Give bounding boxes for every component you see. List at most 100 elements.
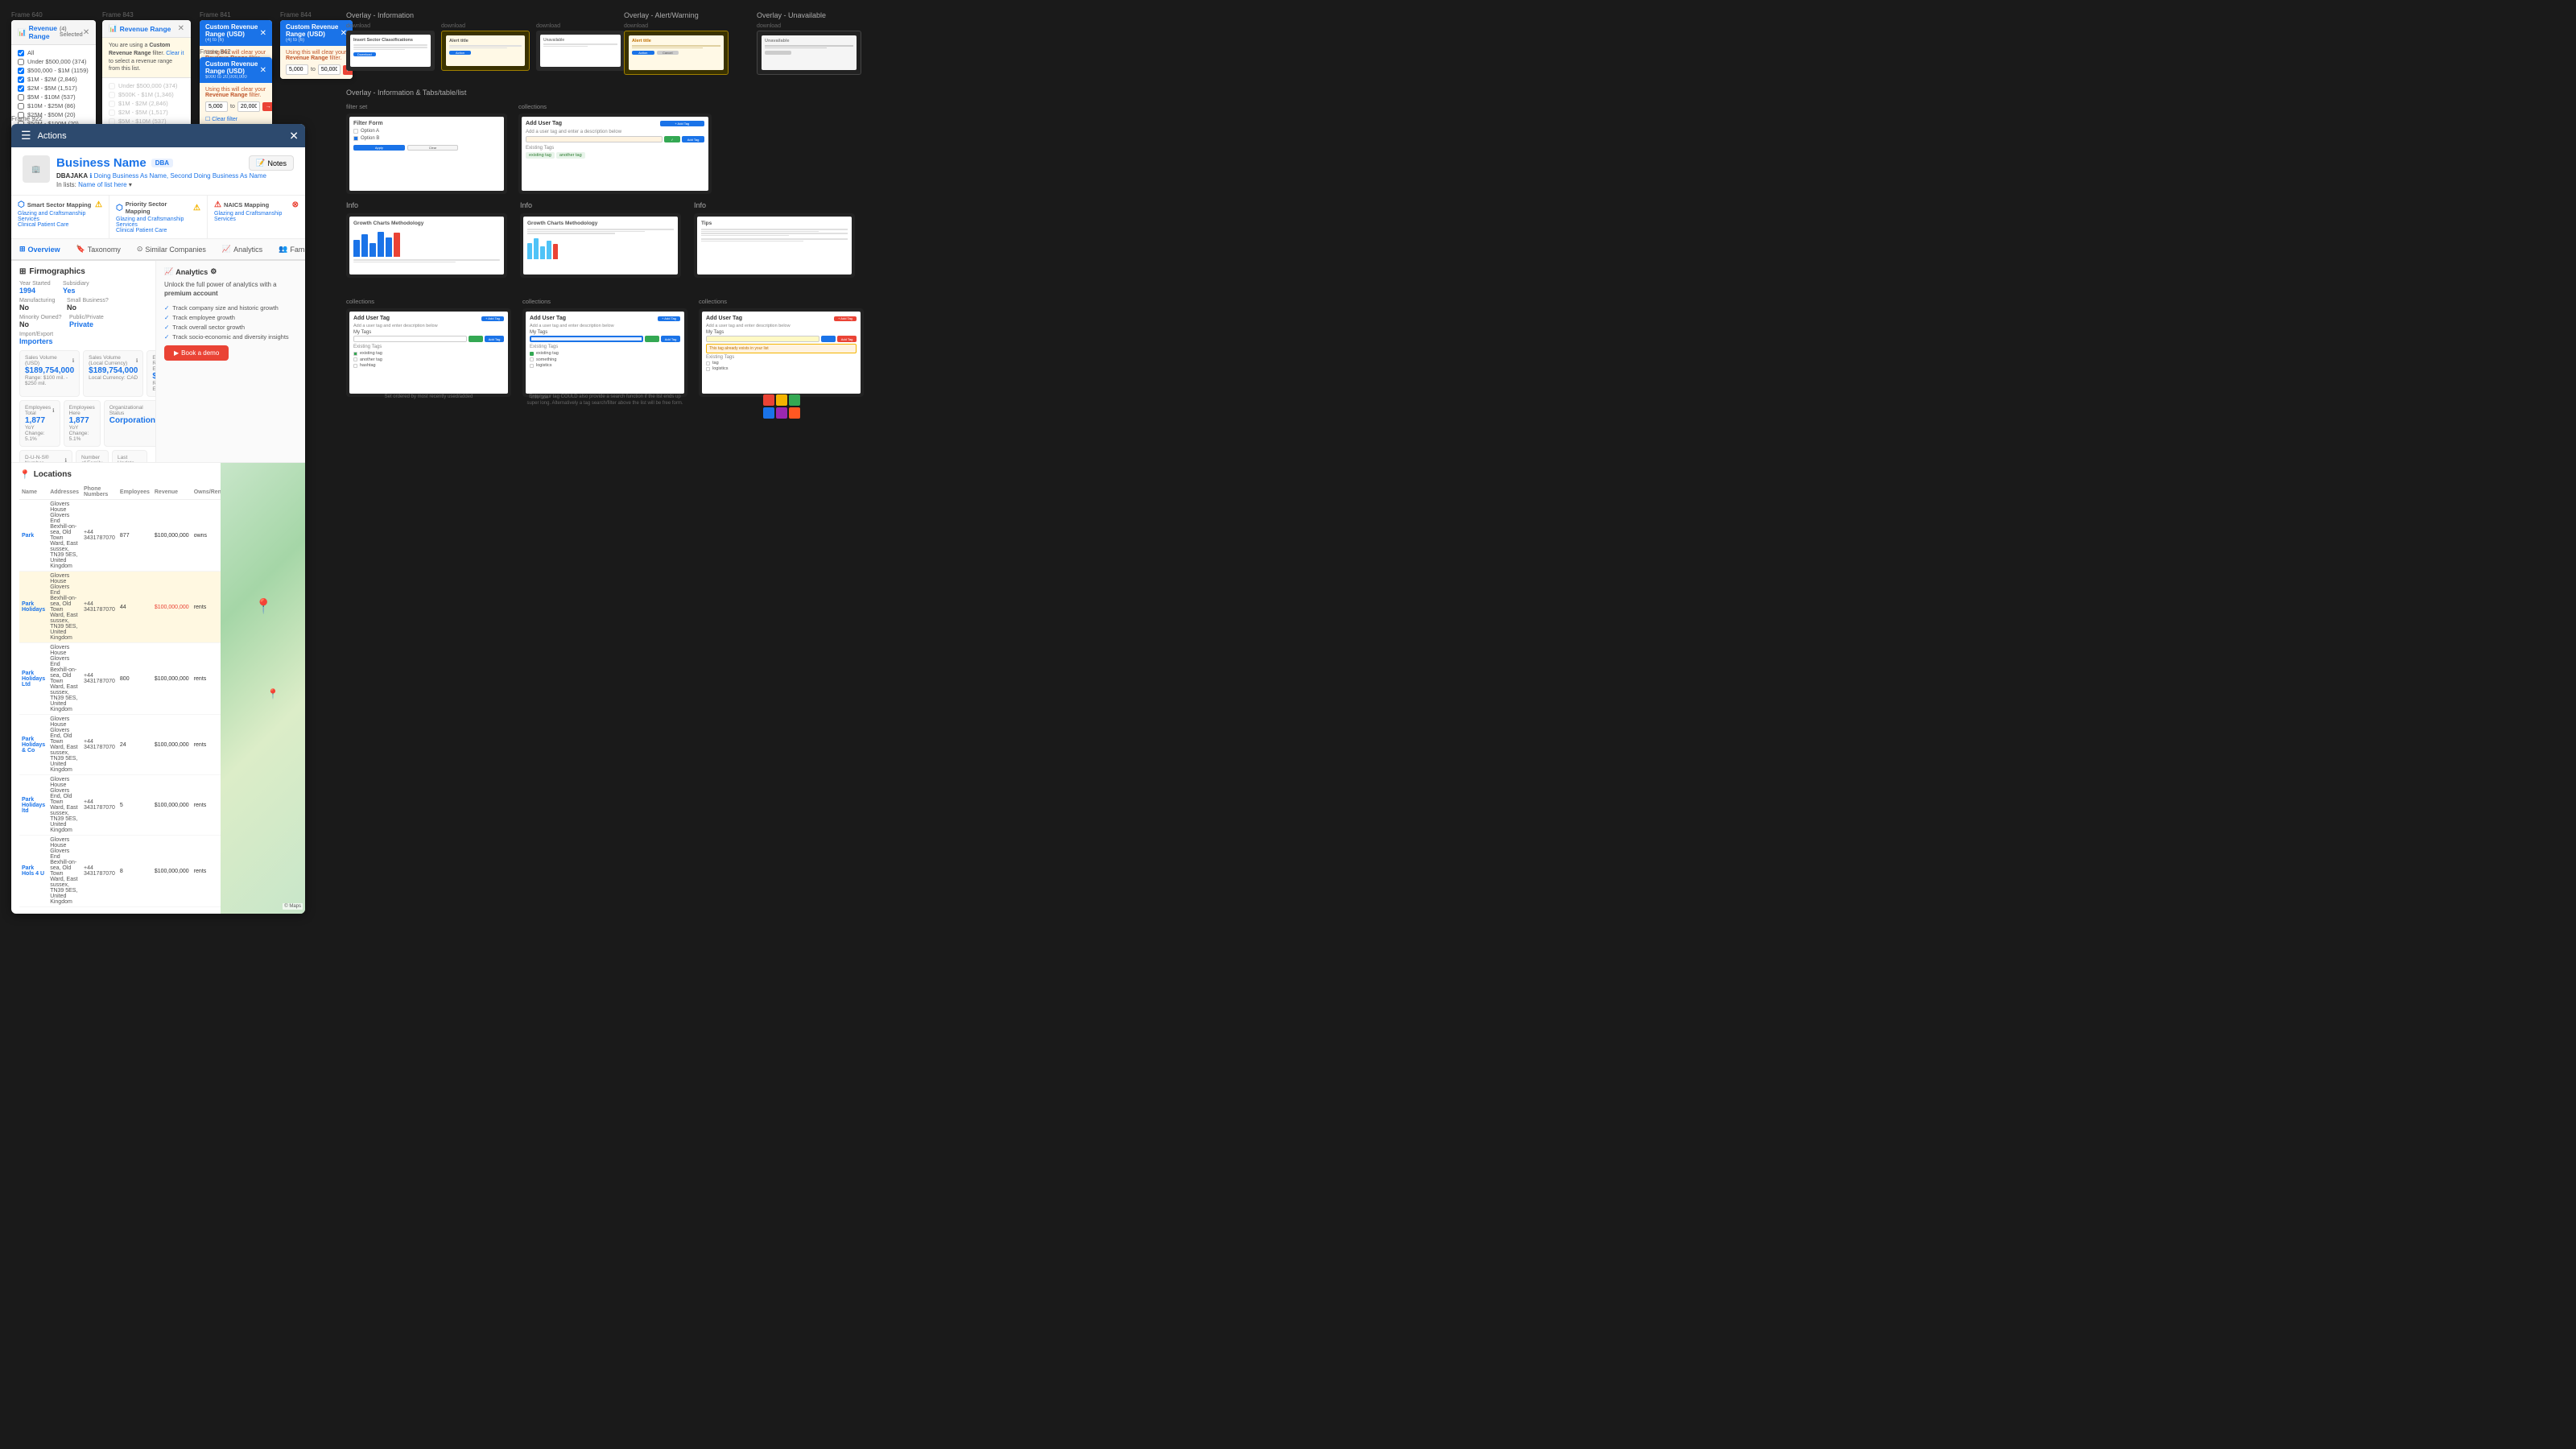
actions-label: Actions [38,131,67,141]
locations-table: Name Addresses Phone Numbers Employees R… [19,485,221,907]
similar-icon: ⊙ [137,245,143,254]
close-filter-843[interactable]: ✕ [178,24,184,33]
rev-opt-4[interactable] [18,85,24,92]
collections-frame-bot-2: Add User Tag + Add Tag Add a user tag an… [522,308,687,397]
sales-volume-usd: Sales Volume (USD) ℹ $189,754,000 Range:… [19,350,80,397]
info-chart-1: Growth Charts Methodology [346,213,507,278]
col-owns: Owns/Rents [192,485,221,500]
priority-sector-warning[interactable]: ⚠ [193,204,200,213]
close-filter-640[interactable]: ✕ [83,28,89,37]
to-input-844[interactable] [318,64,341,75]
filter-set-label: filter set [346,103,507,110]
rev-opt-6[interactable] [18,103,24,109]
map-pin-2: 📍 [267,688,279,700]
tab-overview[interactable]: ⊞ Overview [11,239,68,261]
warning-844: Using this will clear your Revenue Range… [286,50,347,61]
from-input-844[interactable] [286,64,308,75]
rev-843-opt-2 [109,92,115,98]
taxonomy-icon: 🔖 [76,245,85,254]
info-icon-slc[interactable]: ℹ [136,357,138,364]
location-icon: 📍 [19,469,31,480]
overlay-info-download2: Alert title Action [441,31,530,71]
close-841[interactable]: ✕ [260,29,266,38]
in-lists: In lists: Name of list here ▾ [56,181,294,188]
naics-sector-cell: ⚠ NAICS Mapping ⊗ Glazing and Craftsmans… [208,196,305,238]
overlay-info-download1: Insert Sector Classifications Download [346,31,435,71]
map-area: 📍 📍 © Maps [221,463,305,914]
info-icon-et[interactable]: ℹ [52,407,54,414]
rev-opt-2[interactable] [18,68,24,74]
info-chart-2: Growth Charts Methodology [520,213,681,278]
table-row: Park Holidays Glovers House Glovers End … [19,572,221,643]
overlay-alert-box: Alert title Action Cancel [624,31,729,75]
sector-row: ⬡ Smart Sector Mapping ⚠ Glazing and Cra… [11,196,305,239]
public-private: Public/Private Private [69,315,114,328]
frame-922-label: Frame 922 [11,115,305,122]
frame-842-label: Frame 842 [200,48,272,56]
manufacturing: Manufacturing No [19,298,64,312]
revenue-range-title-640: 📊 Revenue Range (4) Selected [18,24,83,40]
overlay-info-download3: Unavailable [536,31,625,71]
collections-frame-bot-3: Add User Tag + Add Tag Add a user tag an… [699,308,864,397]
frame-844: Custom Revenue Range (USD) (4) to (6) ✕ … [280,20,353,79]
hamburger-icon: ☰ [21,129,31,142]
custom-header-842: Custom Revenue Range (USD) $000 to 20,00… [200,57,272,83]
firmographics-section: ⊞ Firmographics Year Started 1994 Subsid… [11,261,156,462]
revenue-range-title-843: 📊 Revenue Range [109,24,171,33]
tab-similar[interactable]: ⊙ Similar Companies [129,239,214,259]
info-icon-duns[interactable]: ℹ [64,457,66,462]
go-btn-842[interactable]: → [262,102,272,111]
business-name: Business Name [56,156,147,170]
all-checkbox[interactable] [18,50,24,56]
family-members: Number of Family Members 23 [76,450,109,462]
frame-841-label: Frame 841 [200,11,272,19]
close-842[interactable]: ✕ [260,66,266,75]
smart-sector-warning[interactable]: ⚠ [95,200,102,209]
analytics-gear-icon[interactable]: ⚙ [210,267,217,276]
rev-opt-3[interactable] [18,76,24,83]
col-phone: Phone Numbers [81,485,118,500]
minority-owned: Minority Owned? No [19,315,66,328]
overlay-unavail-title: Overlay - Unavailable [757,11,861,19]
naics-tag1: Glazing and Craftsmanship Services [214,211,299,222]
duns-number: D-U-N-S® Number ℹ 03532154 [19,450,72,462]
overview-icon: ⊞ [19,245,26,254]
notes-button[interactable]: 📝 Notes [249,155,294,171]
close-panel[interactable]: ✕ [289,129,299,142]
content-area: ⊞ Firmographics Year Started 1994 Subsid… [11,261,305,462]
check-3: ✓ Track overall sector growth [164,324,297,331]
coll-bot-label-3: collections [699,298,864,305]
naics-icon: ⚠ [214,200,221,209]
warning-842: Using this will clear your Revenue Range… [205,87,266,98]
book-demo-button[interactable]: ▶ Book a demo [164,345,229,361]
tab-analytics[interactable]: 📈 Analytics [214,239,270,259]
dba-badge: DBA [151,159,173,167]
rev-opt-1[interactable] [18,59,24,65]
naics-action[interactable]: ⊗ [292,200,299,209]
col-rev: Revenue [152,485,192,500]
collections-frame-1: Add User Tag + Add Tag Add a user tag an… [518,114,712,194]
from-input-842[interactable] [205,101,228,112]
coll-bot-label-1: collections [346,298,511,305]
org-status: Organizational Status Corporation [104,400,156,447]
coll-bot-label-2: collections [522,298,687,305]
table-row: Park Glovers House Glovers End Bexhill-o… [19,500,221,572]
analytics-panel-icon: 📈 [164,267,173,276]
subsidiary: Subsidiary Yes [63,281,101,295]
rev-843-opt-3 [109,101,115,107]
tab-family[interactable]: 👥 Family [270,239,305,259]
firmographics-title: Firmographics [29,267,85,276]
frame-844-label: Frame 844 [280,11,353,19]
info-icon-susd[interactable]: ℹ [72,357,74,364]
to-input-842[interactable] [237,101,260,112]
overlay-info-tabs-title: Overlay - Information & Tabs/table/list [346,89,712,97]
tab-taxonomy[interactable]: 🔖 Taxonomy [68,239,129,259]
col-emp: Employees [118,485,152,500]
info-3-label: Info [694,201,855,209]
check-4: ✓ Track socio-economic and diversity ins… [164,333,297,341]
col-address: Addresses [47,485,81,500]
rev-opt-5[interactable] [18,94,24,101]
smart-sector-icon: ⬡ [18,200,25,209]
info-1-label: Info [346,201,507,209]
priority-tag1: Glazing and Craftsmanship Services [116,217,200,228]
